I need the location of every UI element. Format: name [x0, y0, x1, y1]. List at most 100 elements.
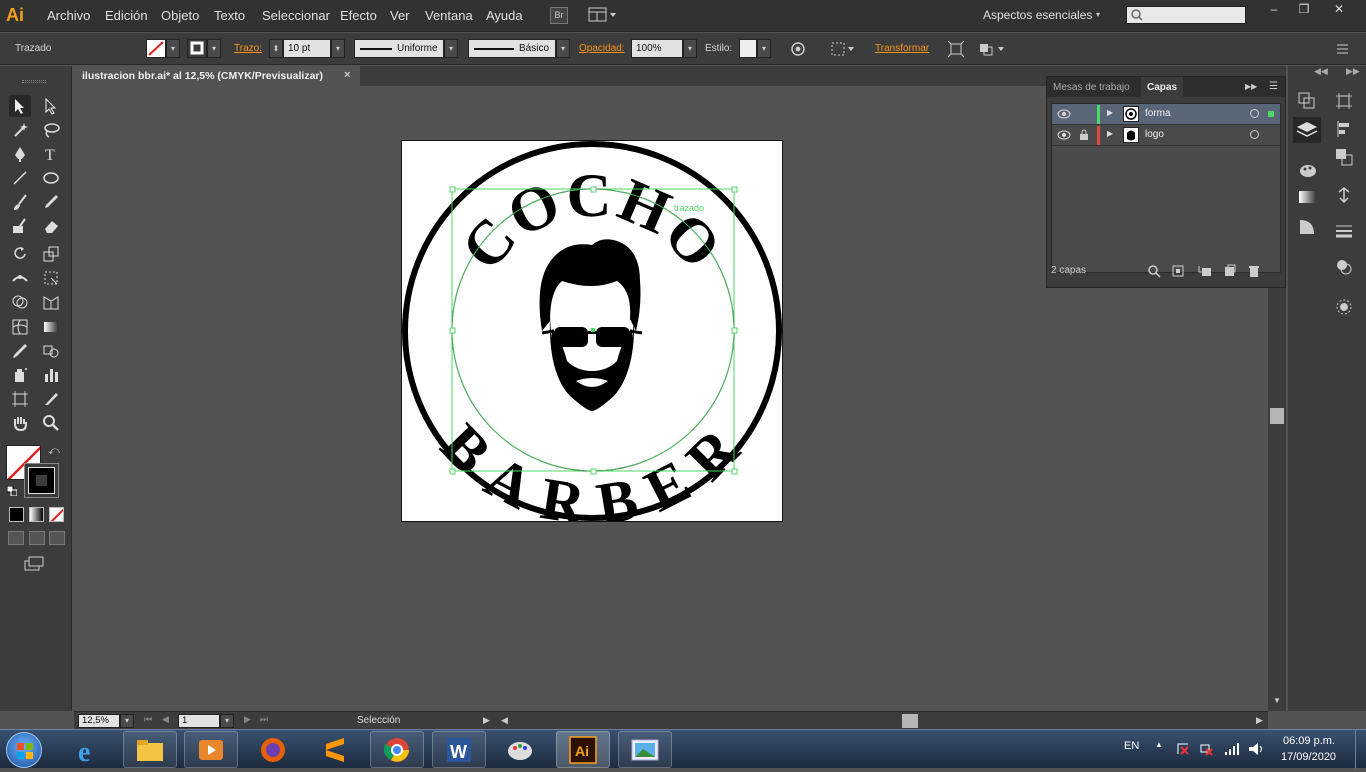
document-tab[interactable]: ilustracion bbr.ai* al 12,5% (CMYK/Previ…: [74, 66, 360, 86]
type-tool[interactable]: T: [40, 143, 62, 165]
direct-selection-tool[interactable]: [40, 95, 62, 117]
minimize-button[interactable]: –: [1260, 2, 1288, 18]
prev-artboard-icon[interactable]: ◀: [162, 714, 169, 725]
tab-artboards[interactable]: Mesas de trabajo: [1047, 77, 1136, 97]
selected-art-indicator[interactable]: [1268, 111, 1274, 117]
paintbrush-tool[interactable]: [9, 191, 31, 213]
stroke-swatch[interactable]: [187, 39, 207, 58]
pencil-tool[interactable]: [40, 191, 62, 213]
trash-icon[interactable]: [1247, 264, 1261, 278]
menu-objeto[interactable]: Objeto: [161, 8, 199, 23]
perspective-grid-tool[interactable]: [40, 291, 62, 313]
hand-tool[interactable]: [9, 412, 31, 434]
zoom-field[interactable]: 12,5%: [78, 714, 120, 728]
variable-width-dropdown[interactable]: ▾: [444, 39, 458, 58]
lasso-tool[interactable]: [40, 119, 62, 141]
menu-ver[interactable]: Ver: [390, 8, 410, 23]
variable-width-profile[interactable]: Uniforme: [354, 39, 444, 58]
mesh-tool[interactable]: [9, 316, 31, 338]
stroke-weight-dropdown[interactable]: ▾: [331, 39, 345, 58]
symbol-sprayer-tool[interactable]: [9, 364, 31, 386]
signal-icon[interactable]: [1224, 742, 1240, 756]
column-graph-tool[interactable]: [40, 364, 62, 386]
eyedropper-tool[interactable]: [9, 340, 31, 362]
arrange-options-icon[interactable]: [978, 41, 1008, 57]
next-artboard-icon[interactable]: ▶: [244, 714, 251, 725]
close-window-button[interactable]: ✕: [1325, 2, 1353, 18]
width-tool[interactable]: [9, 267, 31, 289]
brush-definition[interactable]: Básico: [468, 39, 556, 58]
collapse-dock-icon[interactable]: ◀◀: [1314, 66, 1328, 77]
transform-link[interactable]: Transformar: [875, 43, 929, 54]
visibility-eye-icon[interactable]: [1057, 109, 1071, 119]
menu-efecto[interactable]: Efecto: [340, 8, 377, 23]
graphic-styles-panel-icon[interactable]: [1335, 298, 1353, 316]
artboards-panel-icon[interactable]: [1298, 92, 1316, 110]
stroke-weight-field[interactable]: 10 pt: [283, 39, 331, 58]
scroll-left-icon[interactable]: ◀: [501, 715, 508, 726]
graphic-style-dropdown[interactable]: ▾: [757, 39, 771, 58]
brush-dropdown[interactable]: ▾: [556, 39, 570, 58]
stroke-dropdown[interactable]: ▾: [207, 39, 221, 58]
fill-dropdown[interactable]: ▾: [166, 39, 180, 58]
taskbar-photo-viewer[interactable]: [618, 731, 672, 768]
draw-inside-button[interactable]: [49, 531, 65, 545]
arrange-documents-button[interactable]: [588, 7, 618, 24]
taskbar-internet-explorer[interactable]: e: [62, 731, 116, 768]
taskbar-paint[interactable]: [494, 731, 548, 768]
menu-edicion[interactable]: Edición: [105, 8, 148, 23]
blob-brush-tool[interactable]: [9, 215, 31, 237]
gradient-tool[interactable]: [40, 316, 62, 338]
menu-texto[interactable]: Texto: [214, 8, 245, 23]
expand-layer-icon[interactable]: ▶: [1107, 129, 1113, 138]
volume-icon[interactable]: [1248, 742, 1264, 756]
network-icon[interactable]: [1200, 742, 1214, 756]
free-transform-tool[interactable]: [40, 267, 62, 289]
show-desktop-button[interactable]: [1355, 730, 1366, 769]
transparency-panel-icon[interactable]: [1298, 218, 1316, 236]
artboard-tool[interactable]: [9, 388, 31, 410]
last-artboard-icon[interactable]: ⏭: [260, 714, 268, 725]
taskbar-chrome[interactable]: [370, 731, 424, 768]
transform-panel-icon[interactable]: [1335, 92, 1353, 110]
vertical-scroll-thumb[interactable]: [1270, 408, 1284, 424]
artboard[interactable]: COCHO BARBER trazado: [401, 140, 783, 538]
recolor-artwork-icon[interactable]: [790, 41, 806, 57]
layers-menu-icon[interactable]: ☰: [1269, 81, 1278, 92]
stroke-label[interactable]: Trazo:: [234, 43, 262, 54]
close-tab-icon[interactable]: ×: [344, 69, 350, 81]
toolbox-grip[interactable]: [22, 80, 46, 83]
new-sublayer-icon[interactable]: [1197, 264, 1213, 278]
opacity-field[interactable]: 100%: [631, 39, 683, 58]
artboard-number-field[interactable]: 1: [178, 714, 220, 728]
scroll-right-icon[interactable]: ▶: [1256, 715, 1263, 726]
status-menu-icon[interactable]: ▶: [483, 715, 490, 726]
clock-time[interactable]: 06:09 p.m.: [1283, 735, 1335, 747]
scroll-down-icon[interactable]: ▼: [1273, 696, 1281, 705]
taskbar-media-player[interactable]: [184, 731, 238, 768]
workspace-switcher[interactable]: Aspectos esenciales: [983, 8, 1092, 22]
color-guide-icon[interactable]: [1298, 162, 1318, 180]
ellipse-tool[interactable]: [40, 167, 62, 189]
scale-tool[interactable]: [40, 243, 62, 265]
taskbar-file-explorer[interactable]: [123, 731, 177, 768]
align-options-icon[interactable]: [830, 41, 856, 57]
gradient-panel-icon[interactable]: [1298, 189, 1316, 205]
stroke-stepper[interactable]: ⬍: [269, 39, 283, 58]
artboard-dropdown[interactable]: ▾: [220, 714, 234, 728]
line-segment-tool[interactable]: [9, 167, 31, 189]
selection-tool[interactable]: [9, 95, 31, 117]
opacity-dropdown[interactable]: ▾: [683, 39, 697, 58]
panel-menu-icon[interactable]: [1334, 42, 1350, 56]
layers-panel-icon[interactable]: [1293, 117, 1321, 143]
menu-ventana[interactable]: Ventana: [425, 8, 473, 23]
tab-layers[interactable]: Capas: [1141, 77, 1184, 97]
new-layer-icon[interactable]: [1223, 264, 1237, 278]
gradient-mode-button[interactable]: [29, 507, 44, 522]
pathfinder-panel-icon[interactable]: [1335, 148, 1353, 166]
taskbar-sublime-text[interactable]: [308, 731, 362, 768]
restore-button[interactable]: ❐: [1290, 2, 1318, 18]
visibility-eye-icon[interactable]: [1057, 130, 1071, 140]
opacity-label[interactable]: Opacidad:: [579, 43, 625, 54]
bridge-button[interactable]: Br: [550, 7, 568, 24]
